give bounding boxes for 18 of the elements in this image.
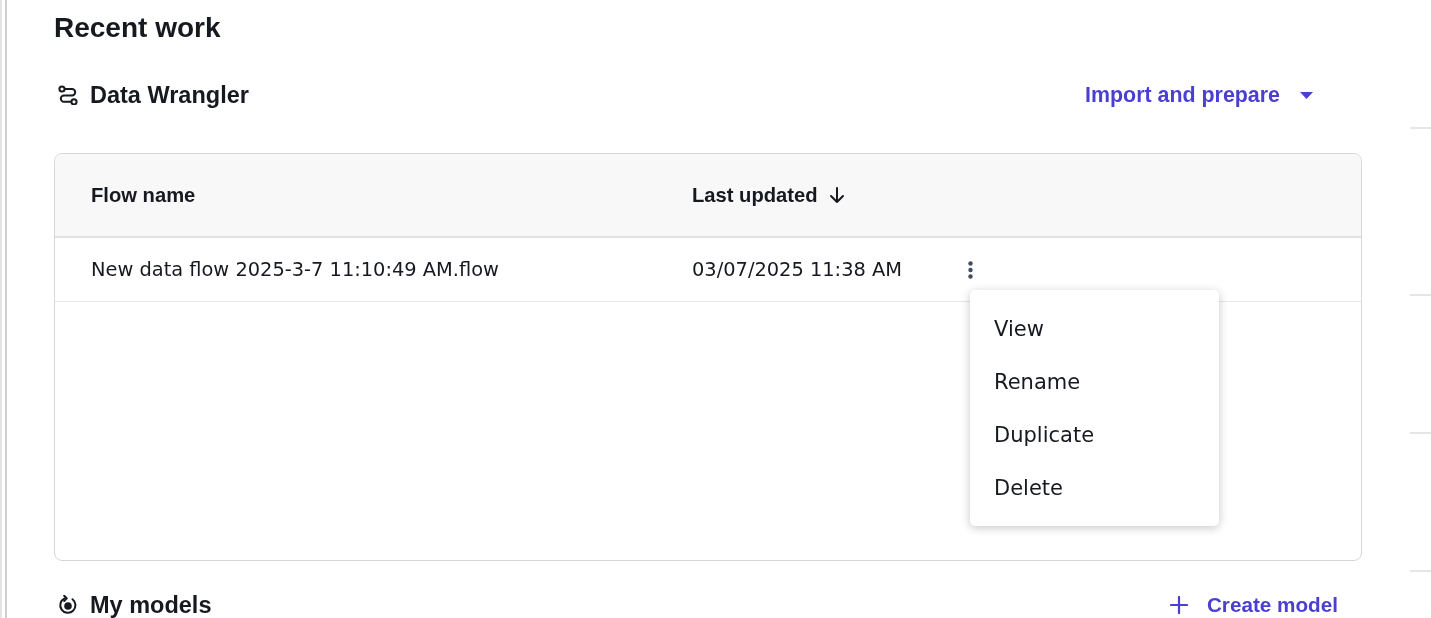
table-cell-text: 03/07/2025 11:38 AM <box>692 256 903 283</box>
create-model-button[interactable]: Create model <box>1169 592 1338 618</box>
import-dropdown-button[interactable]: Import and prepare <box>1077 76 1321 114</box>
menu-item[interactable]: Delete <box>970 461 1219 514</box>
caret-down-icon <box>1300 91 1313 99</box>
cycle-icon <box>58 595 78 615</box>
section-title: My models <box>90 592 212 618</box>
column-header[interactable]: Flow name <box>91 182 196 208</box>
table-cell-text: New data flow 2025-3-7 11:10:49 AM.flow <box>91 256 500 283</box>
page-title: Recent work <box>54 11 221 45</box>
section-title: Data Wrangler <box>90 81 249 109</box>
menu-item[interactable]: Rename <box>970 355 1219 408</box>
menu-item[interactable]: View <box>970 302 1219 355</box>
route-icon <box>58 85 78 105</box>
menu-item[interactable]: Duplicate <box>970 408 1219 461</box>
vertical-dots-icon <box>968 260 973 279</box>
column-header[interactable]: Last updated <box>692 182 846 208</box>
plus-icon <box>1169 596 1188 614</box>
